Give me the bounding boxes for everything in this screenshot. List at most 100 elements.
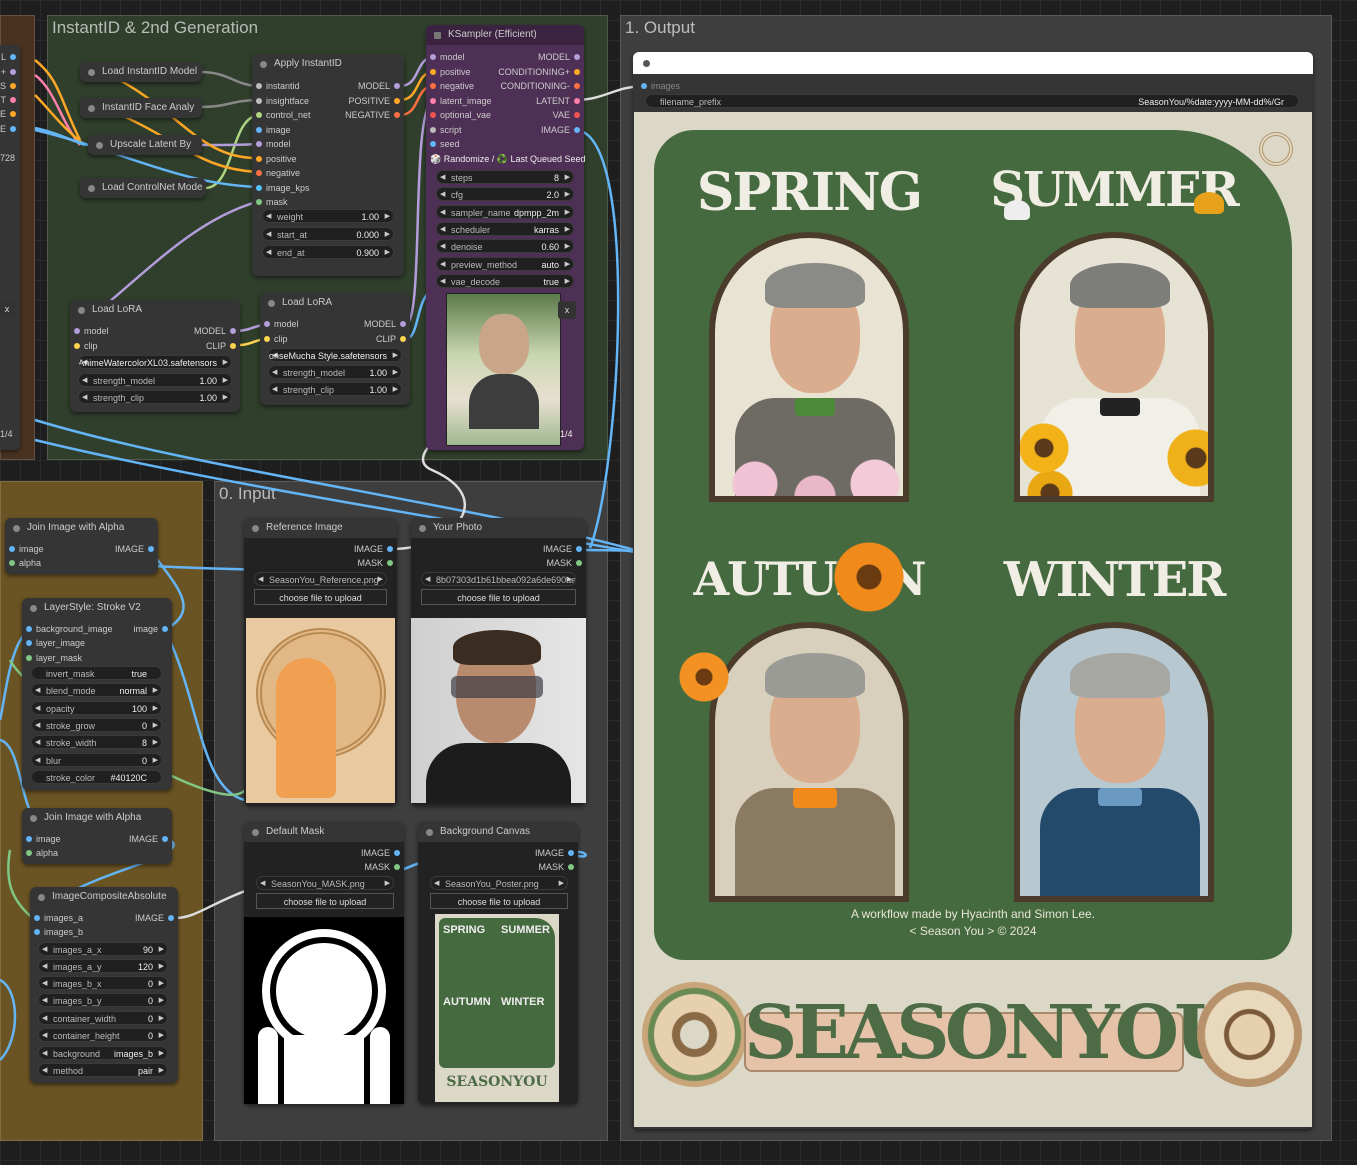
output-image[interactable]: image (133, 622, 172, 636)
output-positive[interactable]: POSITIVE (348, 94, 404, 108)
input-negative[interactable]: negative (426, 79, 474, 93)
seed-control-button[interactable]: 🎲 Randomize / ♻️ Last Queued Seed (430, 152, 586, 166)
image-file-select[interactable]: SeasonYou_Poster.png (430, 876, 568, 890)
output-conditioning-neg[interactable]: CONDITIONING- (501, 79, 585, 93)
stroke-grow-widget[interactable]: stroke_grow0 (31, 718, 162, 732)
input-positive[interactable]: positive (252, 152, 297, 166)
input-mask[interactable]: mask (252, 195, 288, 209)
weight-widget[interactable]: weight1.00 (262, 209, 394, 223)
input-insightface[interactable]: insightface (252, 94, 309, 108)
images-b-x-widget[interactable]: images_b_x0 (38, 976, 168, 990)
input-positive[interactable]: positive (426, 65, 471, 79)
images-a-x-widget[interactable]: images_a_x90 (38, 942, 168, 956)
output-vae[interactable]: VAE (553, 108, 584, 122)
input-layer-image[interactable]: layer_image (22, 636, 85, 650)
output-clip[interactable]: CLIP (206, 339, 240, 353)
partial-slot-5[interactable]: E (0, 107, 20, 121)
image-file-select[interactable]: SeasonYou_MASK.png (256, 876, 394, 890)
upload-button[interactable]: choose file to upload (256, 893, 394, 909)
strength-clip-widget[interactable]: strength_clip1.00 (268, 382, 402, 396)
input-control-net[interactable]: control_net (252, 108, 311, 122)
start-at-widget[interactable]: start_at0.000 (262, 227, 394, 241)
input-latent-image[interactable]: latent_image (426, 94, 492, 108)
output-image[interactable]: IMAGE (135, 911, 178, 925)
background-widget[interactable]: backgroundimages_b (38, 1046, 168, 1060)
filename-prefix-field[interactable]: filename_prefix SeasonYou/%date:yyyy-MM-d… (645, 94, 1299, 108)
image-file-select[interactable]: 8b07303d1b61bbea092a6de690ae9d0 (1).png (421, 572, 576, 586)
output-conditioning-pos[interactable]: CONDITIONING+ (498, 65, 584, 79)
default-mask-node[interactable]: Default Mask IMAGE MASK SeasonYou_MASK.p… (244, 822, 404, 1104)
method-widget[interactable]: methodpair (38, 1063, 168, 1077)
strength-model-widget[interactable]: strength_model1.00 (268, 365, 402, 379)
output-latent[interactable]: LATENT (536, 94, 584, 108)
stroke-width-widget[interactable]: stroke_width8 (31, 735, 162, 749)
output-image[interactable]: IMAGE (535, 846, 578, 860)
images-b-y-widget[interactable]: images_b_y0 (38, 993, 168, 1007)
preview-method-widget[interactable]: preview_methodauto (436, 257, 574, 271)
output-mask[interactable]: MASK (546, 556, 586, 570)
image-composite-absolute-node[interactable]: ImageCompositeAbsolute images_a images_b… (30, 887, 178, 1083)
vae-decode-widget[interactable]: vae_decodetrue (436, 274, 574, 288)
denoise-widget[interactable]: denoise0.60 (436, 239, 574, 253)
input-images[interactable]: images (637, 79, 680, 93)
output-image[interactable]: IMAGE (361, 846, 404, 860)
partial-slot-1[interactable]: L (0, 50, 20, 64)
input-script[interactable]: script (426, 123, 462, 137)
ksampler-node[interactable]: KSampler (Efficient) model positive nega… (426, 25, 586, 450)
input-seed[interactable]: seed (426, 137, 460, 151)
output-model[interactable]: MODEL (194, 324, 240, 338)
input-model[interactable]: model (260, 317, 299, 331)
output-clip[interactable]: CLIP (376, 332, 410, 346)
load-controlnet-node[interactable]: Load ControlNet Mode (80, 178, 206, 198)
load-lora-node-2[interactable]: Load LoRA model clip MODEL CLIP Alphonse… (260, 293, 410, 405)
images-a-y-widget[interactable]: images_a_y120 (38, 959, 168, 973)
partial-slot-2[interactable]: + (0, 65, 20, 79)
output-image[interactable]: IMAGE (354, 542, 397, 556)
scheduler-widget[interactable]: schedulerkarras (436, 222, 574, 236)
instantid-face-analysis-node[interactable]: InstantID Face Analy (80, 98, 202, 118)
output-model[interactable]: MODEL (538, 50, 584, 64)
apply-instantid-node[interactable]: Apply InstantID instantid insightface co… (252, 54, 404, 276)
input-negative[interactable]: negative (252, 166, 300, 180)
input-alpha[interactable]: alpha (5, 556, 41, 570)
partial-close-button[interactable]: x (0, 300, 16, 318)
strength-model-widget[interactable]: strength_model1.00 (78, 373, 232, 387)
blur-widget[interactable]: blur0 (31, 753, 162, 767)
your-photo-node[interactable]: Your Photo IMAGE MASK 8b07303d1b61bbea09… (411, 518, 586, 805)
end-at-widget[interactable]: end_at0.900 (262, 245, 394, 259)
input-images-b[interactable]: images_b (30, 925, 83, 939)
partial-node-left[interactable]: L + S T E E 728 x 1/4 (0, 45, 20, 450)
container-height-widget[interactable]: container_height0 (38, 1028, 168, 1042)
input-optional-vae[interactable]: optional_vae (426, 108, 491, 122)
input-image[interactable]: image (252, 123, 291, 137)
output-image[interactable]: IMAGE (129, 832, 172, 846)
input-model[interactable]: model (252, 137, 291, 151)
input-images-a[interactable]: images_a (30, 911, 83, 925)
image-file-select[interactable]: SeasonYou_Reference.png (254, 572, 387, 586)
stroke-color-field[interactable]: stroke_color #40120C (31, 770, 162, 784)
upload-button[interactable]: choose file to upload (430, 893, 568, 909)
join-image-alpha-node-1[interactable]: Join Image with Alpha image alpha IMAGE (5, 518, 158, 574)
output-model[interactable]: MODEL (358, 79, 404, 93)
input-background-image[interactable]: background_image (22, 622, 113, 636)
input-image[interactable]: image (5, 542, 44, 556)
load-lora-node-1[interactable]: Load LoRA model clip MODEL CLIP EnvyAnim… (70, 300, 240, 412)
upload-button[interactable]: choose file to upload (421, 589, 576, 605)
node-collapse-dot[interactable] (643, 60, 650, 67)
background-canvas-node[interactable]: Background Canvas IMAGE MASK SeasonYou_P… (418, 822, 578, 1104)
input-model[interactable]: model (426, 50, 465, 64)
input-layer-mask[interactable]: layer_mask (22, 651, 82, 665)
cfg-widget[interactable]: cfg2.0 (436, 187, 574, 201)
opacity-widget[interactable]: opacity100 (31, 701, 162, 715)
partial-slot-6[interactable]: E (0, 122, 20, 136)
output-negative[interactable]: NEGATIVE (345, 108, 404, 122)
output-mask[interactable]: MASK (364, 860, 404, 874)
upload-button[interactable]: choose file to upload (254, 589, 387, 605)
input-clip[interactable]: clip (260, 332, 288, 346)
output-model[interactable]: MODEL (364, 317, 410, 331)
output-image[interactable]: IMAGE (541, 123, 584, 137)
input-image[interactable]: image (22, 832, 61, 846)
input-instantid[interactable]: instantid (252, 79, 300, 93)
reference-image-node[interactable]: Reference Image IMAGE MASK SeasonYou_Ref… (244, 518, 397, 805)
partial-slot-3[interactable]: S (0, 79, 20, 93)
